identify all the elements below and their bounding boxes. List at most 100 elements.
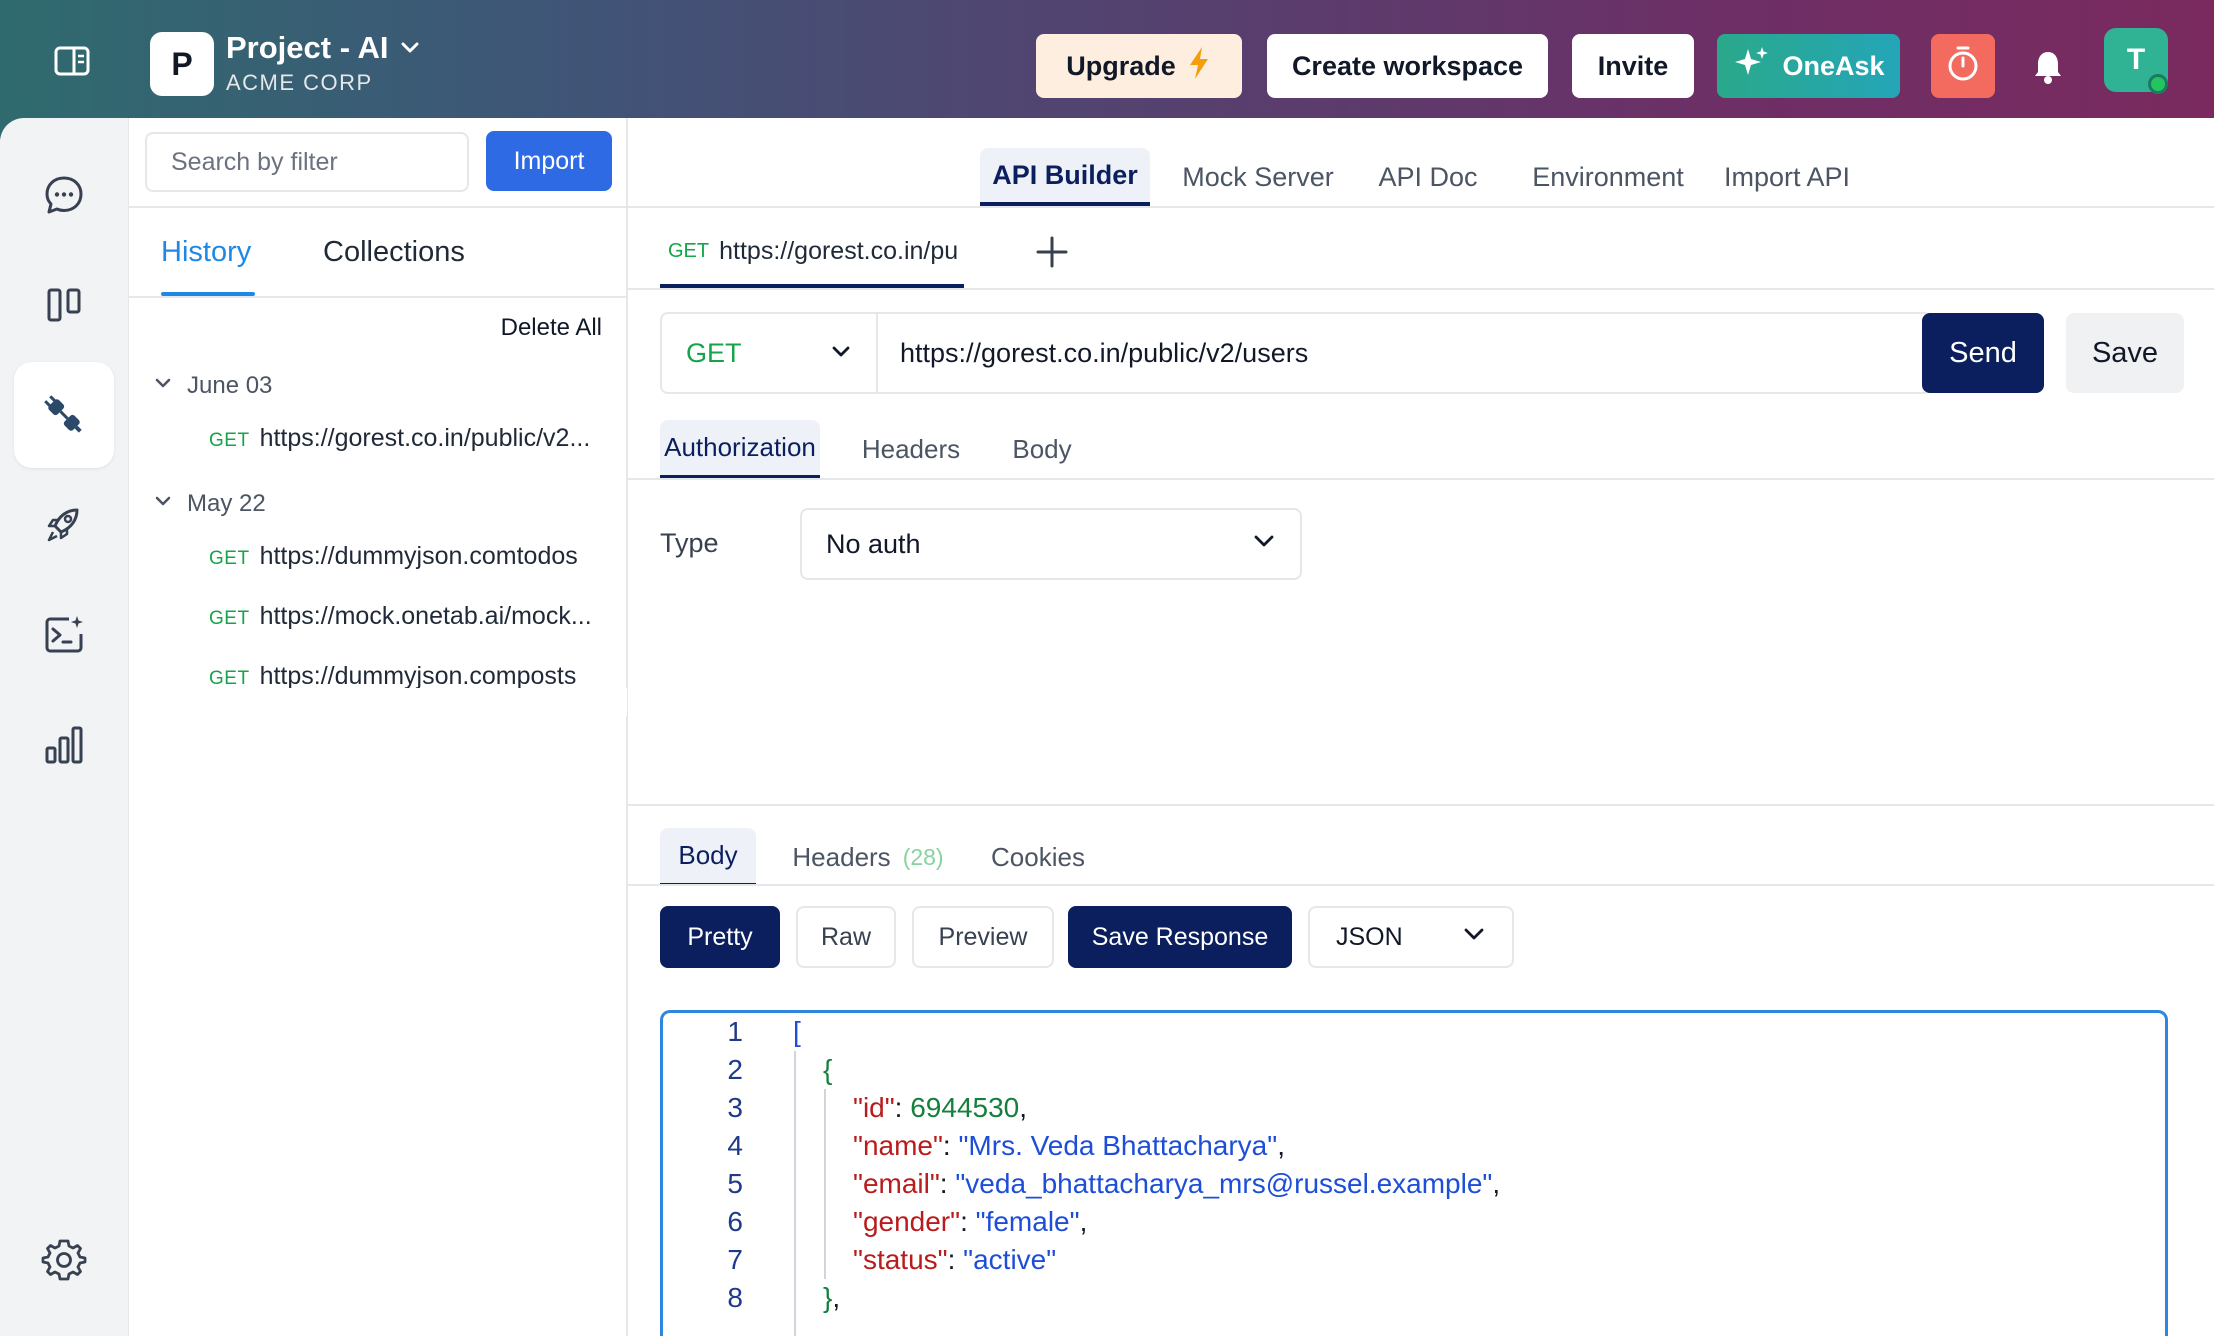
divider — [628, 804, 2214, 806]
bell-icon[interactable] — [2030, 48, 2066, 86]
oneask-label: OneAsk — [1782, 50, 1885, 81]
online-status-dot — [2148, 74, 2168, 94]
tab-collections[interactable]: Collections — [323, 236, 465, 269]
json-gender-value: "female" — [975, 1206, 1080, 1237]
nav-rail — [0, 118, 128, 1336]
code-line: 1 [ — [663, 1013, 800, 1051]
headers-count-badge: (28) — [902, 843, 944, 870]
chevron-down-icon — [1462, 922, 1486, 953]
http-method: GET — [209, 608, 250, 629]
tab-mock-server[interactable]: Mock Server — [1174, 148, 1342, 206]
save-button[interactable]: Save — [2066, 313, 2184, 393]
chevron-down-icon — [153, 490, 173, 518]
settings-icon[interactable] — [14, 1206, 114, 1312]
code-line: 5 "email": "veda_bhattacharya_mrs@russel… — [663, 1165, 1500, 1203]
history-item[interactable]: GET https://dummyjson.comtodos — [209, 542, 609, 571]
save-response-button[interactable]: Save Response — [1068, 906, 1292, 968]
delete-all-button[interactable]: Delete All — [501, 314, 602, 342]
rocket-icon[interactable] — [14, 472, 114, 578]
sparkle-icon — [1732, 43, 1772, 90]
format-select[interactable]: JSON — [1308, 906, 1514, 968]
history-item[interactable]: GET https://gorest.co.in/public/v2... — [209, 424, 609, 453]
divider — [628, 206, 2214, 208]
stopwatch-icon — [1944, 43, 1982, 90]
history-url: https://gorest.co.in/public/v2... — [259, 424, 591, 452]
url-input[interactable]: https://gorest.co.in/public/v2/users — [878, 338, 1308, 369]
tab-api-builder[interactable]: API Builder — [980, 148, 1150, 206]
history-group-date: June 03 — [187, 372, 273, 399]
project-avatar[interactable]: P — [150, 32, 214, 96]
pretty-button[interactable]: Pretty — [660, 906, 780, 968]
tab-authorization[interactable]: Authorization — [660, 420, 820, 478]
upgrade-button[interactable]: Upgrade — [1036, 34, 1242, 98]
code-text: "name": "Mrs. Veda Bhattacharya", — [853, 1130, 1285, 1161]
code-line: 7 "status": "active" — [663, 1241, 1056, 1279]
sidebar-toggle-icon[interactable] — [52, 44, 98, 80]
oneask-button[interactable]: OneAsk — [1717, 34, 1900, 98]
response-code-editor[interactable]: 1 [ 2 { 3 "id": 6944530, 4 "name": "Mrs.… — [660, 1010, 2168, 1336]
code-text: }, — [823, 1282, 841, 1313]
tab-cookies[interactable]: Cookies — [980, 828, 1096, 886]
tab-history[interactable]: History — [161, 236, 251, 269]
chat-icon[interactable] — [14, 142, 114, 248]
board-icon[interactable] — [14, 252, 114, 358]
history-item[interactable]: GET https://dummyjson.composts — [209, 662, 609, 691]
send-button[interactable]: Send — [1922, 313, 2044, 393]
history-group-date: May 22 — [187, 490, 266, 517]
json-id-value: 6944530 — [910, 1092, 1020, 1123]
api-plug-icon[interactable] — [14, 362, 114, 468]
chevron-down-icon — [1252, 529, 1276, 560]
line-number: 8 — [727, 1282, 743, 1313]
code-text: [ — [793, 1016, 801, 1047]
raw-button[interactable]: Raw — [796, 906, 896, 968]
http-method: GET — [209, 668, 250, 689]
tab-response-body[interactable]: Body — [660, 828, 756, 886]
tab-import-api[interactable]: Import API — [1712, 148, 1862, 206]
timer-button[interactable] — [1931, 34, 1995, 98]
line-number: 5 — [727, 1168, 743, 1199]
code-line: 4 "name": "Mrs. Veda Bhattacharya", — [663, 1127, 1285, 1165]
line-number: 7 — [727, 1244, 743, 1275]
preview-button[interactable]: Preview — [912, 906, 1054, 968]
top-bar: P Project - AI ACME CORP Upgrade Create … — [0, 0, 2214, 118]
tab-request-body[interactable]: Body — [992, 420, 1092, 478]
line-number: 1 — [727, 1016, 743, 1047]
create-workspace-button[interactable]: Create workspace — [1267, 34, 1548, 98]
add-tab-icon[interactable] — [1022, 222, 1082, 282]
code-line: 8 }, — [663, 1279, 840, 1317]
code-text: { — [823, 1054, 833, 1085]
json-status-value: "active" — [963, 1244, 1057, 1275]
code-line: 3 "id": 6944530, — [663, 1089, 1027, 1127]
method-select[interactable]: GET — [662, 314, 878, 392]
response-headers-label: Headers — [792, 841, 891, 872]
terminal-sparkle-icon[interactable] — [14, 582, 114, 688]
history-group-toggle[interactable]: May 22 — [153, 490, 266, 518]
tab-api-doc[interactable]: API Doc — [1368, 148, 1488, 206]
line-number: 2 — [727, 1054, 743, 1085]
history-group-toggle[interactable]: June 03 — [153, 372, 272, 400]
tab-response-headers[interactable]: Headers (28) — [778, 828, 958, 886]
line-number: 3 — [727, 1092, 743, 1123]
bar-chart-icon[interactable] — [14, 692, 114, 798]
url-bar: GET https://gorest.co.in/public/v2/users — [660, 312, 1932, 394]
history-url: https://dummyjson.comtodos — [259, 542, 578, 570]
history-url: https://mock.onetab.ai/mock... — [259, 602, 592, 630]
chevron-down-icon — [153, 372, 173, 400]
request-tab[interactable]: GET https://gorest.co.in/pu — [660, 218, 964, 288]
chevron-down-icon — [830, 338, 852, 369]
json-email-value: "veda_bhattacharya_mrs@russel.example" — [955, 1168, 1493, 1199]
line-number: 6 — [727, 1206, 743, 1237]
line-number: 4 — [727, 1130, 743, 1161]
import-button[interactable]: Import — [486, 131, 612, 191]
tab-environment[interactable]: Environment — [1528, 148, 1688, 206]
search-filter-input[interactable] — [145, 132, 469, 192]
invite-button[interactable]: Invite — [1572, 34, 1694, 98]
history-item[interactable]: GET https://mock.onetab.ai/mock... — [209, 602, 609, 631]
chevron-down-icon — [399, 30, 421, 66]
project-switcher[interactable]: Project - AI — [226, 30, 421, 66]
code-text: "id": 6944530, — [853, 1092, 1028, 1123]
project-name: Project - AI — [226, 30, 389, 65]
tab-request-headers[interactable]: Headers — [846, 420, 976, 478]
auth-type-select[interactable]: No auth — [800, 508, 1302, 580]
indent-guide — [794, 1051, 796, 1336]
